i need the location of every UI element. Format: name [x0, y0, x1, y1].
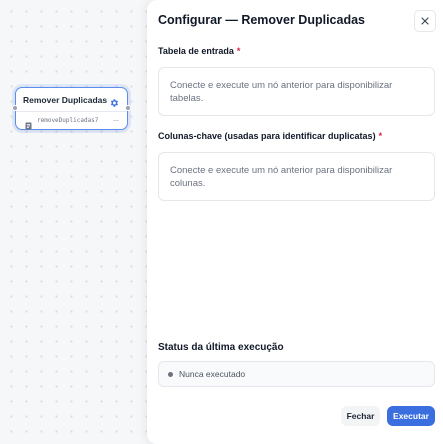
file-icon: [25, 117, 32, 129]
node-title: Remover Duplicadas: [23, 94, 108, 105]
node-header: Remover Duplicadas: [16, 88, 127, 112]
output-port[interactable]: [125, 105, 131, 111]
close-icon: [421, 17, 429, 25]
key-columns-label: Colunas-chave (usadas para identificar d…: [158, 131, 382, 141]
key-columns-placeholder: Conecte e execute um nó anterior para di…: [170, 165, 393, 189]
last-run-status: Nunca executado: [158, 361, 435, 387]
required-mark: *: [236, 46, 241, 56]
input-table-field[interactable]: Conecte e execute um nó anterior para di…: [158, 67, 435, 116]
run-button[interactable]: Executar: [387, 406, 435, 426]
status-dot: [168, 371, 173, 377]
node-id-label: removeDuplicadas7: [37, 117, 99, 124]
close-button[interactable]: [414, 10, 436, 32]
close-footer-button[interactable]: Fechar: [341, 406, 380, 426]
node-body: removeDuplicadas7 —: [16, 112, 127, 129]
key-columns-label-text: Colunas-chave (usadas para identificar d…: [158, 131, 376, 141]
config-panel: Configurar — Remover Duplicadas Tabela d…: [147, 0, 443, 444]
input-table-label: Tabela de entrada *: [158, 46, 240, 56]
remove-duplicates-node[interactable]: Remover Duplicadas removeDuplicadas7 —: [12, 87, 131, 130]
last-run-title: Status da última execução: [158, 342, 284, 353]
input-port[interactable]: [12, 105, 18, 111]
node-trailing: —: [113, 117, 119, 124]
input-table-placeholder: Conecte e execute um nó anterior para di…: [170, 80, 393, 104]
gear-icon[interactable]: [109, 95, 119, 107]
status-text: Nunca executado: [179, 369, 246, 379]
key-columns-field[interactable]: Conecte e execute um nó anterior para di…: [158, 152, 435, 201]
panel-title: Configurar — Remover Duplicadas: [158, 13, 365, 27]
required-mark: *: [378, 131, 383, 141]
input-table-label-text: Tabela de entrada: [158, 46, 234, 56]
